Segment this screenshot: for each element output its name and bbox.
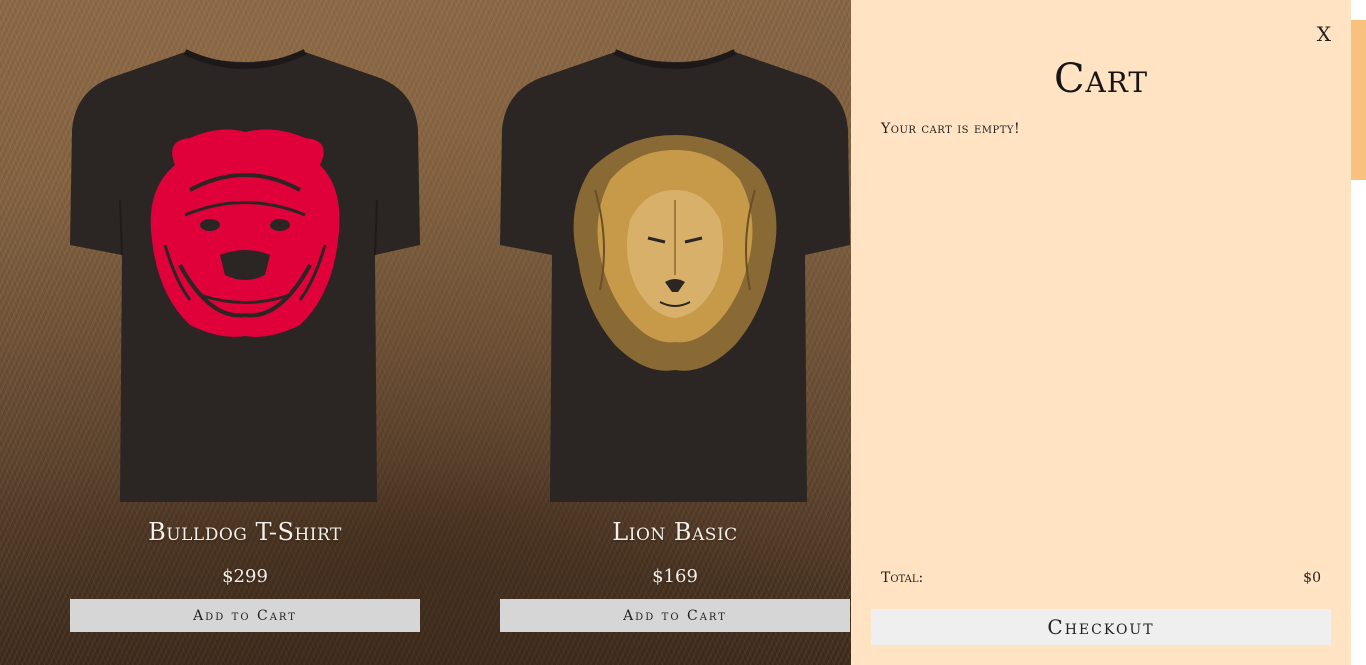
checkout-button[interactable]: Checkout [871, 609, 1331, 645]
bulldog-print-icon [150, 129, 340, 337]
product-price: $299 [222, 566, 268, 587]
product-image-bulldog-tshirt[interactable] [70, 40, 420, 502]
cart-panel: X Cart Your cart is empty! Total: $0 Che… [851, 0, 1351, 665]
product-card-lion: Lion Basic $169 Add to Cart [500, 40, 850, 632]
scrollbar-thumb[interactable] [1351, 20, 1366, 180]
product-price: $169 [652, 566, 698, 587]
page: Bulldog T-Shirt $299 Add to Cart Lion Ba… [0, 0, 1366, 665]
product-name[interactable]: Lion Basic [500, 518, 850, 546]
close-cart-button[interactable]: X [1317, 22, 1331, 46]
product-image-lion-basic[interactable] [500, 40, 850, 502]
add-to-cart-button[interactable]: Add to Cart [70, 599, 420, 632]
tshirt-graphic [500, 49, 850, 502]
tshirt-graphic [70, 49, 420, 502]
cart-total-value: $0 [1303, 570, 1321, 586]
cart-empty-message: Your cart is empty! [881, 121, 1021, 137]
product-name[interactable]: Bulldog T-Shirt [70, 518, 420, 546]
add-to-cart-button[interactable]: Add to Cart [500, 599, 850, 632]
cart-title: Cart [1053, 56, 1149, 102]
product-card-bulldog: Bulldog T-Shirt $299 Add to Cart [70, 40, 420, 632]
cart-total-label: Total: [881, 570, 924, 586]
